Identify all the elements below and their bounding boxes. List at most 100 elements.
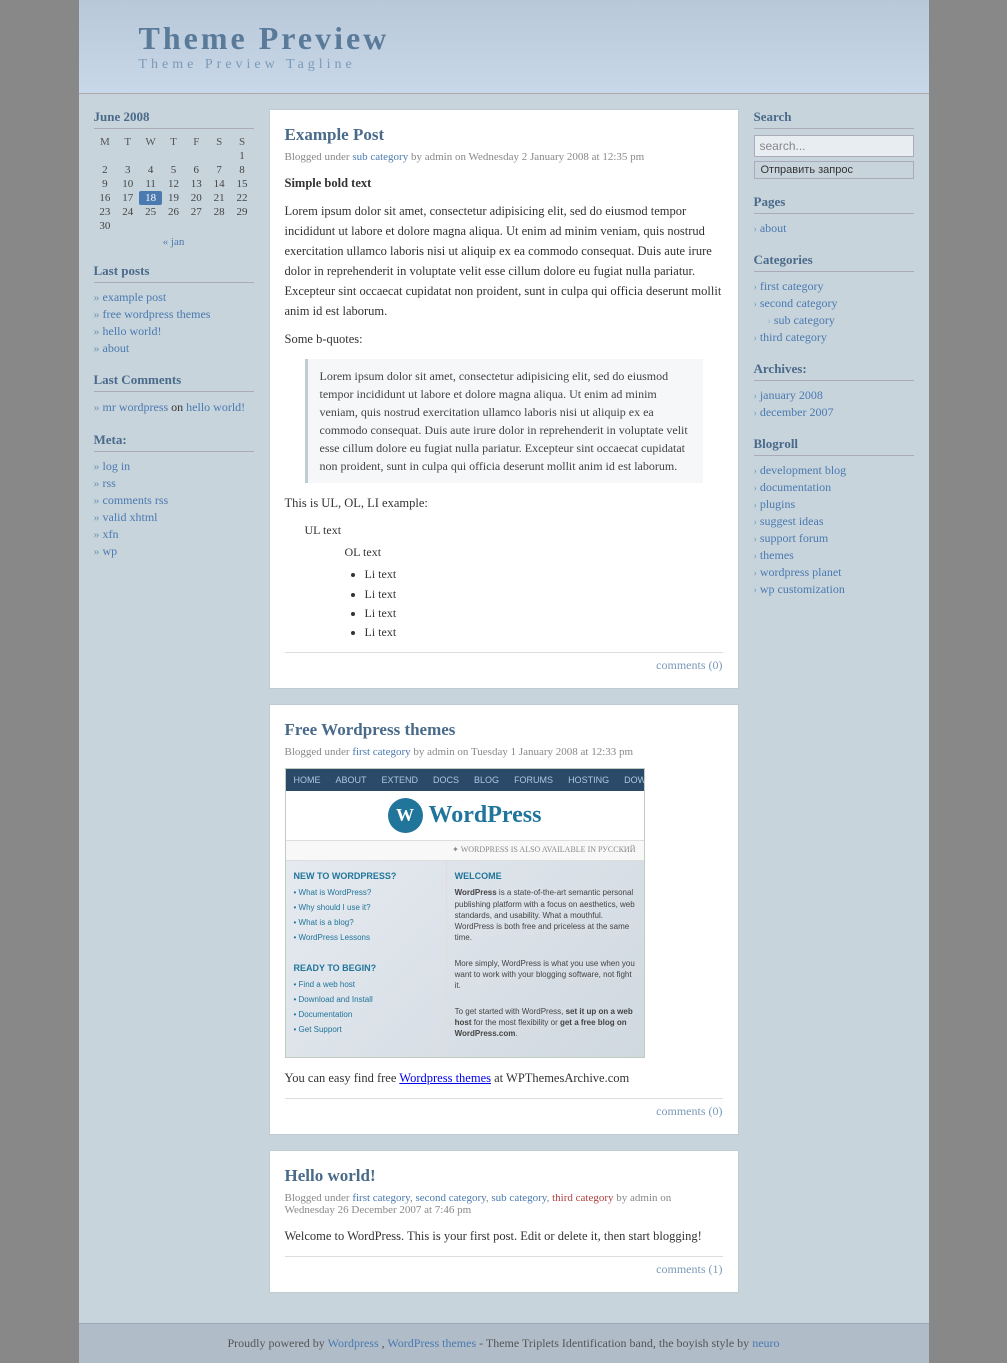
blogroll-link[interactable]: wordpress planet [760, 565, 842, 580]
wp-logo-area: W WordPress [286, 791, 644, 841]
cal-day-s2: S [231, 135, 254, 149]
nav-item: BLOG [474, 773, 499, 787]
nav-item: HOSTING [568, 773, 609, 787]
site-tagline: Theme Preview Tagline [139, 57, 899, 73]
cal-cell: 26 [162, 205, 185, 219]
cal-cell: 14 [208, 177, 231, 191]
meta-link[interactable]: valid xhtml [103, 510, 158, 524]
list-item-sub: › sub category [754, 312, 914, 329]
cal-cell: 23 [94, 205, 117, 219]
meta-link[interactable]: xfn [103, 527, 119, 541]
cal-cell [139, 149, 162, 163]
blogroll-section: Blogroll › development blog › documentat… [754, 436, 914, 598]
comments-count-link[interactable]: comments (1) [656, 1262, 722, 1276]
cal-day-t2: T [162, 135, 185, 149]
category-link[interactable]: sub category [774, 313, 835, 328]
last-posts-section: Last posts example post free wordpress t… [94, 263, 254, 357]
category-link[interactable]: first category [352, 746, 410, 758]
post-title: Hello world! [285, 1166, 723, 1186]
cal-day-w: W [139, 135, 162, 149]
wp-link: • What is a blog? [294, 917, 438, 930]
comments-count-link[interactable]: comments (0) [656, 658, 722, 672]
post-meta: Blogged under first category, second cat… [285, 1192, 723, 1216]
wordpress-link[interactable]: Wordpress [328, 1336, 379, 1350]
category-link[interactable]: third category [552, 1192, 613, 1204]
ol-container: OL text Li text Li text Li text Li text [305, 543, 723, 642]
category-link[interactable]: third category [760, 330, 827, 345]
arrow-icon: › [754, 333, 757, 344]
cal-cell: 8 [231, 163, 254, 177]
cal-cell [139, 219, 162, 233]
arrow-icon: › [754, 224, 757, 235]
calendar-prev-link[interactable]: « jan [163, 236, 185, 248]
search-button[interactable]: Отправить запрос [754, 161, 914, 179]
blogroll-link[interactable]: wp customization [760, 582, 845, 597]
cal-cell: 7 [208, 163, 231, 177]
wp-new-to: NEW TO WORDPRESS? [294, 869, 438, 883]
post-title-link[interactable]: Free Wordpress themes [285, 720, 456, 739]
footer-text: Proudly powered by [227, 1336, 327, 1350]
blogroll-link[interactable]: plugins [760, 497, 795, 512]
list-item: Li text [365, 623, 723, 642]
category-link[interactable]: second category [760, 296, 838, 311]
post-example: Example Post Blogged under sub category … [269, 109, 739, 689]
post-title-link[interactable]: Hello world! [285, 1166, 376, 1185]
calendar-nav[interactable]: « jan [94, 236, 254, 248]
category-link[interactable]: first category [760, 279, 824, 294]
post-link[interactable]: example post [103, 290, 167, 304]
wordpress-themes-footer-link[interactable]: WordPress themes [387, 1336, 476, 1350]
post-link[interactable]: hello world! [103, 324, 162, 338]
bquote-label: Some b-quotes: [285, 329, 723, 349]
archive-link[interactable]: december 2007 [760, 405, 834, 420]
meta-link[interactable]: rss [103, 476, 116, 490]
blogroll-link[interactable]: development blog [760, 463, 846, 478]
wp-link: • WordPress Lessons [294, 932, 438, 945]
category-link[interactable]: first category [352, 1192, 410, 1204]
list-item: › about [754, 220, 914, 237]
commenter-link[interactable]: mr wordpress [103, 400, 169, 414]
post-title-link[interactable]: Example Post [285, 125, 385, 144]
cal-cell: 9 [94, 177, 117, 191]
list-item: › first category [754, 278, 914, 295]
cal-cell: 10 [116, 177, 139, 191]
wp-link: • Download and Install [294, 994, 438, 1007]
comments-count-link[interactable]: comments (0) [656, 1104, 722, 1118]
list-item: › wordpress planet [754, 564, 914, 581]
meta-link[interactable]: wp [103, 544, 118, 558]
comment-post-link[interactable]: hello world! [186, 400, 245, 414]
cal-cell: 24 [116, 205, 139, 219]
wp-logo-circle: W [388, 798, 423, 833]
categories-title: Categories [754, 252, 914, 272]
list-item: › suggest ideas [754, 513, 914, 530]
ul-label: UL text [305, 521, 723, 540]
meta-link[interactable]: comments rss [103, 493, 169, 507]
cal-cell: 2 [94, 163, 117, 177]
cal-cell: 28 [208, 205, 231, 219]
list-item: Li text [365, 585, 723, 604]
nav-item: DOCS [433, 773, 459, 787]
cal-cell: 17 [116, 191, 139, 205]
nav-item: HOME [294, 773, 321, 787]
list-item: hello world! [94, 323, 254, 340]
archive-link[interactable]: january 2008 [760, 388, 823, 403]
meta-link[interactable]: log in [103, 459, 131, 473]
cal-cell: 3 [116, 163, 139, 177]
wp-link: • Why should I use it? [294, 902, 438, 915]
blogroll-link[interactable]: suggest ideas [760, 514, 824, 529]
post-link[interactable]: about [103, 341, 130, 355]
category-link[interactable]: sub category [491, 1192, 546, 1204]
wp-welcome: WELCOME [455, 869, 636, 883]
category-link[interactable]: second category [415, 1192, 485, 1204]
page-link[interactable]: about [760, 221, 787, 236]
post-link[interactable]: free wordpress themes [103, 307, 211, 321]
arrow-icon: › [754, 299, 757, 310]
blogroll-link[interactable]: documentation [760, 480, 831, 495]
wp-desc: WordPress is a state-of-the-art semantic… [455, 887, 636, 943]
wordpress-themes-link[interactable]: Wordpress themes [399, 1071, 491, 1085]
li-list: Li text Li text Li text Li text [365, 565, 723, 642]
category-link[interactable]: sub category [352, 151, 408, 163]
neuro-link[interactable]: neuro [752, 1336, 779, 1350]
search-input[interactable] [754, 135, 914, 157]
blogroll-link[interactable]: themes [760, 548, 794, 563]
blogroll-link[interactable]: support forum [760, 531, 828, 546]
